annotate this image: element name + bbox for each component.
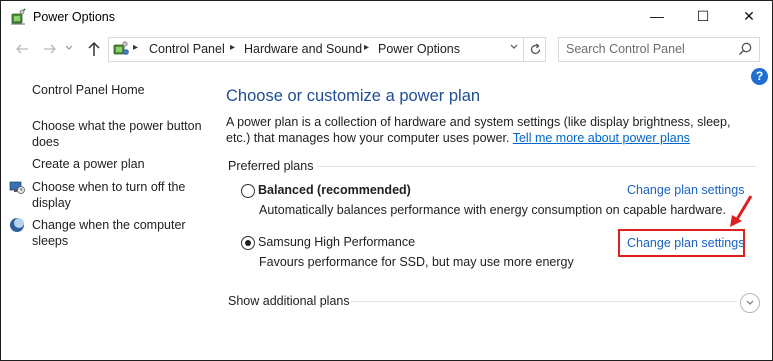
computer-sleep-link[interactable]: Change when the computer sleeps	[32, 217, 207, 249]
minimize-icon: —	[650, 8, 664, 24]
search-input[interactable]	[559, 38, 736, 59]
balanced-plan-name[interactable]: Balanced (recommended)	[258, 183, 411, 197]
display-timer-icon	[9, 181, 25, 194]
additional-plans-divider	[351, 301, 737, 302]
red-arrow-icon	[730, 195, 753, 227]
learn-more-link[interactable]: Tell me more about power plans	[513, 131, 690, 145]
power-button-settings-link[interactable]: Choose what the power button does	[32, 118, 212, 150]
navigation-bar: ▸ Control Panel ▸ Hardware and Sound ▸ P…	[1, 35, 772, 63]
title-bar: Power Options — ☐ ✕	[1, 1, 772, 32]
search-icon[interactable]	[737, 41, 753, 57]
balanced-plan-radio[interactable]	[241, 184, 255, 198]
show-additional-plans-label[interactable]: Show additional plans	[228, 294, 350, 308]
back-button[interactable]	[12, 39, 32, 59]
balanced-plan-description: Automatically balances performance with …	[259, 203, 726, 217]
power-options-icon	[11, 8, 26, 25]
breadcrumb-separator-icon[interactable]: ▸	[133, 42, 138, 53]
recent-locations-button[interactable]	[64, 43, 74, 53]
breadcrumb-power-options[interactable]: Power Options	[378, 42, 460, 56]
address-bar[interactable]: ▸ Control Panel ▸ Hardware and Sound ▸ P…	[108, 37, 546, 62]
refresh-button[interactable]	[523, 38, 546, 61]
chevron-down-icon	[746, 300, 754, 305]
breadcrumb-control-panel[interactable]: Control Panel	[149, 42, 225, 56]
sleep-moon-icon	[10, 218, 24, 232]
samsung-plan-description: Favours performance for SSD, but may use…	[259, 255, 574, 269]
radio-selected-dot	[245, 240, 251, 246]
chevron-down-icon	[510, 44, 518, 49]
preferred-plans-label: Preferred plans	[228, 159, 318, 173]
minimize-button[interactable]: —	[634, 1, 680, 32]
highlight-annotation-box	[618, 229, 745, 257]
maximize-icon: ☐	[696, 8, 710, 24]
close-icon: ✕	[743, 8, 755, 24]
control-panel-icon	[113, 41, 129, 55]
forward-arrow-icon	[44, 44, 56, 54]
back-arrow-icon	[16, 44, 28, 54]
forward-button[interactable]	[40, 39, 60, 59]
up-button[interactable]	[84, 39, 104, 59]
breadcrumb-separator-icon[interactable]: ▸	[230, 42, 235, 53]
samsung-plan-radio[interactable]	[241, 236, 255, 250]
window-title: Power Options	[33, 10, 115, 24]
close-button[interactable]: ✕	[726, 1, 772, 32]
search-box[interactable]	[558, 37, 760, 62]
breadcrumb-hardware-and-sound[interactable]: Hardware and Sound	[244, 42, 362, 56]
create-power-plan-link[interactable]: Create a power plan	[32, 156, 145, 172]
expand-additional-plans-button[interactable]	[740, 293, 760, 313]
page-heading: Choose or customize a power plan	[226, 87, 481, 105]
refresh-icon	[530, 43, 540, 55]
maximize-button[interactable]: ☐	[680, 1, 726, 32]
breadcrumb-separator-icon[interactable]: ▸	[364, 42, 369, 53]
turn-off-display-link[interactable]: Choose when to turn off the display	[32, 179, 207, 211]
page-description: A power plan is a collection of hardware…	[226, 114, 756, 146]
power-options-window: Power Options — ☐ ✕ ▸ Control Panel ▸ Ha…	[0, 0, 773, 361]
preferred-plans-divider	[312, 166, 756, 167]
up-arrow-icon	[88, 41, 100, 56]
address-dropdown-button[interactable]	[505, 38, 523, 61]
help-icon[interactable]: ?	[751, 68, 768, 85]
chevron-down-icon	[65, 45, 73, 50]
samsung-plan-name[interactable]: Samsung High Performance	[258, 235, 415, 249]
control-panel-home-link[interactable]: Control Panel Home	[32, 82, 145, 98]
